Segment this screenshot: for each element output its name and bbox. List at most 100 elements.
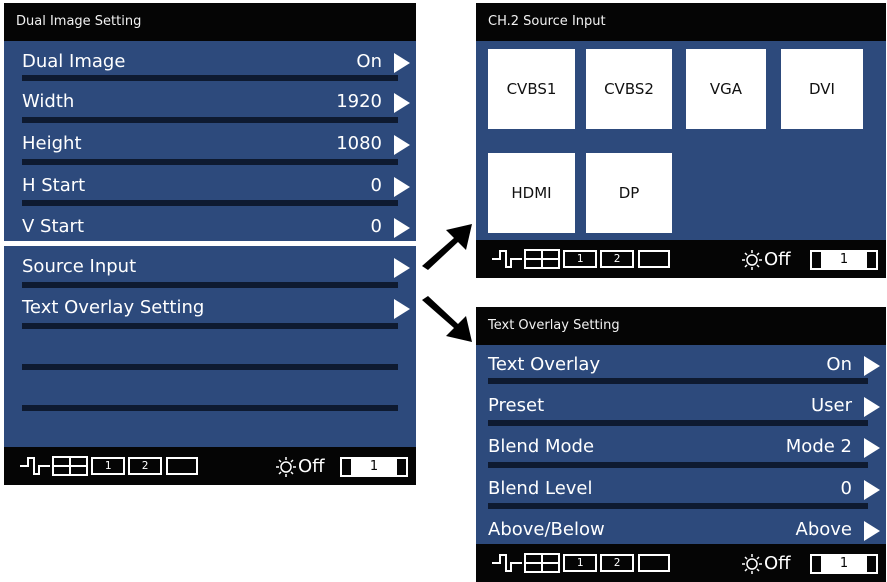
pip-window-2-icon: 2 (600, 554, 634, 572)
menu-item-value: Above (795, 519, 852, 540)
status-bar: 1 2 Off 1 (4, 447, 416, 485)
menu-item-width[interactable]: Width 1920 (4, 83, 416, 121)
pip-window-2-label: 2 (141, 459, 149, 472)
sun-icon (742, 250, 762, 270)
source-input-panel: CH.2 Source Input CVBS1 CVBS2 VGA DVI HD… (476, 3, 886, 278)
right-arrow-icon (394, 135, 410, 155)
pip-window-2-label: 2 (613, 556, 621, 569)
brightness-off-label: Off (764, 249, 791, 270)
text-overlay-panel: Text Overlay Setting Text Overlay On Pre… (476, 307, 886, 582)
menu-item-value: 0 (370, 216, 382, 237)
big-black-arrow-icon (422, 224, 472, 270)
menu-item-value: 1920 (336, 91, 382, 112)
menu-item-label: Preset (488, 395, 545, 416)
right-arrow-icon (394, 93, 410, 113)
menu-item-value: User (810, 395, 852, 416)
source-tile-dvi[interactable]: DVI (781, 49, 863, 129)
right-arrow-icon (864, 356, 880, 376)
divider (22, 159, 398, 165)
status-bar: 1 2 Off 1 (476, 240, 886, 278)
input-number-label: 1 (821, 556, 867, 572)
menu-item-label: Height (22, 133, 82, 154)
menu-item-label: Blend Mode (488, 436, 595, 457)
divider (488, 420, 868, 426)
divider (22, 323, 398, 329)
pip-window-1-label: 1 (576, 556, 584, 569)
pip-window-2-label: 2 (613, 252, 621, 265)
input-number-box: 1 (810, 250, 878, 270)
pip-window-1-label: 1 (104, 459, 112, 472)
right-arrow-icon (394, 177, 410, 197)
sun-icon (276, 457, 296, 477)
pip-window-2-icon: 2 (600, 250, 634, 268)
source-tile-dp[interactable]: DP (586, 153, 672, 233)
right-arrow-icon (394, 218, 410, 238)
input-number-box: 1 (340, 457, 408, 477)
menu-item-value: 0 (840, 478, 852, 499)
menu-item-label: Blend Level (488, 478, 593, 499)
menu-item-label: Text Overlay (488, 354, 601, 375)
source-tile-hdmi[interactable]: HDMI (488, 153, 575, 233)
input-number-box: 1 (810, 554, 878, 574)
waveform-icon (492, 250, 522, 268)
menu-item-value: On (826, 354, 852, 375)
input-number-label: 1 (821, 252, 867, 268)
menu-item-value: 0 (370, 175, 382, 196)
divider (22, 364, 398, 370)
source-input-panel-title: CH.2 Source Input (476, 3, 886, 41)
divider (488, 503, 868, 509)
text-overlay-panel-title: Text Overlay Setting (476, 307, 886, 345)
menu-item-value: On (356, 51, 382, 72)
menu-item-label: Dual Image (22, 51, 126, 72)
section-gap (4, 241, 416, 246)
menu-item-height[interactable]: Height 1080 (4, 125, 416, 163)
menu-item-blend-mode[interactable]: Blend Mode Mode 2 (476, 428, 886, 466)
divider (488, 462, 868, 468)
split-screen-icon (524, 553, 560, 573)
status-bar: 1 2 Off 1 (476, 544, 886, 582)
menu-item-label: Width (22, 91, 75, 112)
source-tile-cvbs1[interactable]: CVBS1 (488, 49, 575, 129)
pip-window-1-icon: 1 (563, 554, 597, 572)
waveform-icon (492, 554, 522, 572)
single-window-icon (638, 250, 670, 268)
split-screen-icon (524, 249, 560, 269)
menu-item-value: Mode 2 (785, 436, 852, 457)
pip-window-1-icon: 1 (563, 250, 597, 268)
divider (22, 117, 398, 123)
divider (22, 405, 398, 411)
menu-item-value: 1080 (336, 133, 382, 154)
right-arrow-icon (394, 299, 410, 319)
divider (22, 75, 398, 81)
divider (488, 378, 868, 384)
right-arrow-icon (864, 480, 880, 500)
brightness-off-label: Off (298, 456, 325, 477)
pip-window-2-icon: 2 (128, 457, 162, 475)
menu-item-text-overlay-setting[interactable]: Text Overlay Setting (4, 289, 416, 327)
waveform-icon (20, 457, 50, 475)
menu-item-label: H Start (22, 175, 86, 196)
right-arrow-icon (864, 438, 880, 458)
split-screen-icon (52, 456, 88, 476)
pip-window-1-label: 1 (576, 252, 584, 265)
source-tile-vga[interactable]: VGA (686, 49, 766, 129)
single-window-icon (638, 554, 670, 572)
right-arrow-icon (394, 258, 410, 278)
pip-window-1-icon: 1 (91, 457, 125, 475)
menu-item-label: V Start (22, 216, 85, 237)
divider (22, 282, 398, 288)
source-tile-cvbs2[interactable]: CVBS2 (586, 49, 672, 129)
sun-icon (742, 554, 762, 574)
dual-image-panel: Dual Image Setting Dual Image On Width 1… (4, 3, 416, 485)
brightness-off-label: Off (764, 553, 791, 574)
menu-item-label: Above/Below (488, 519, 605, 540)
single-window-icon (166, 457, 198, 475)
dual-image-panel-title: Dual Image Setting (4, 3, 416, 41)
right-arrow-icon (864, 397, 880, 417)
menu-item-label: Source Input (22, 256, 137, 277)
right-arrow-icon (864, 521, 880, 541)
big-black-arrow-icon (422, 296, 472, 342)
input-number-label: 1 (351, 459, 397, 475)
menu-item-label: Text Overlay Setting (22, 297, 205, 318)
menu-item-source-input[interactable]: Source Input (4, 248, 416, 286)
